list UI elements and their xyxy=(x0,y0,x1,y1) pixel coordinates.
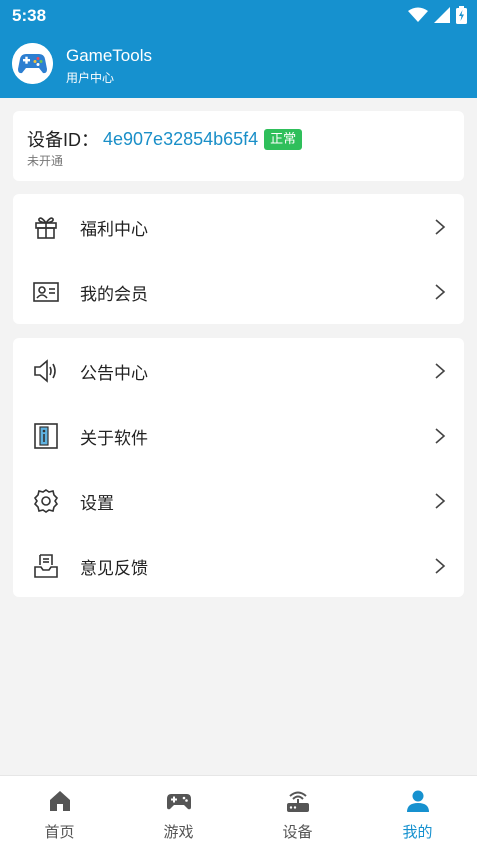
status-badge: 正常 xyxy=(264,128,303,150)
chevron-right-icon xyxy=(435,284,446,300)
battery-icon xyxy=(456,6,467,24)
status-time: 5:38 xyxy=(12,6,47,25)
nav-label: 我的 xyxy=(402,823,433,841)
status-bar: 5:38 xyxy=(0,0,477,32)
device-card: 设备ID： 4e907e32854b65f4 正常 未开通 xyxy=(13,111,464,181)
info-icon xyxy=(34,423,58,449)
wifi-icon xyxy=(408,7,428,22)
menu-item-feedback[interactable]: 意见反馈 xyxy=(13,533,464,598)
nav-devices[interactable]: 设备 xyxy=(238,776,357,848)
app-info: GameTools 用户中心 xyxy=(12,43,472,87)
member-card-icon xyxy=(33,282,59,302)
speaker-icon xyxy=(34,359,56,383)
nav-games[interactable]: 游戏 xyxy=(119,776,238,848)
device-id-row: 设备ID： 4e907e32854b65f4 正常 xyxy=(27,126,303,152)
app-subtitle: 用户中心 xyxy=(66,71,115,85)
menu-item-announcements[interactable]: 公告中心 xyxy=(13,338,464,403)
chevron-right-icon xyxy=(435,493,446,509)
gamepad-icon xyxy=(167,794,191,810)
chevron-right-icon xyxy=(435,428,446,444)
app-title: GameTools xyxy=(66,46,152,65)
menu-group-2: 公告中心 关于软件 设置 意见反馈 xyxy=(13,338,464,597)
menu-item-label: 关于软件 xyxy=(80,429,148,449)
user-icon xyxy=(407,790,429,812)
nav-home[interactable]: 首页 xyxy=(0,776,119,848)
chevron-right-icon xyxy=(435,558,446,574)
signal-icon xyxy=(434,7,450,23)
menu-item-label: 福利中心 xyxy=(80,220,148,240)
menu-item-label: 意见反馈 xyxy=(80,559,148,579)
home-icon xyxy=(50,791,70,811)
bottom-nav: 首页 游戏 设备 我的 xyxy=(0,775,477,848)
nav-label: 游戏 xyxy=(163,823,194,841)
menu-item-about[interactable]: 关于软件 xyxy=(13,403,464,468)
inbox-icon xyxy=(34,554,58,578)
menu-item-welfare[interactable]: 福利中心 xyxy=(13,194,464,259)
nav-label: 首页 xyxy=(44,823,75,841)
menu-item-label: 设置 xyxy=(80,494,114,514)
gamepad-logo-icon xyxy=(12,43,53,84)
menu-group-1: 福利中心 我的会员 xyxy=(13,194,464,324)
gift-icon xyxy=(35,217,57,239)
status-icons xyxy=(408,6,467,24)
nav-profile[interactable]: 我的 xyxy=(358,776,477,848)
router-icon xyxy=(287,791,309,812)
menu-item-label: 我的会员 xyxy=(80,285,148,305)
subscription-status: 未开通 xyxy=(27,154,64,168)
menu-item-settings[interactable]: 设置 xyxy=(13,468,464,533)
menu-item-membership[interactable]: 我的会员 xyxy=(13,259,464,324)
nav-label: 设备 xyxy=(282,823,313,841)
device-id-label: 设备ID： xyxy=(27,130,99,150)
chevron-right-icon xyxy=(435,219,446,235)
device-id-value[interactable]: 4e907e32854b65f4 xyxy=(103,129,258,150)
chevron-right-icon xyxy=(435,363,446,379)
app-logo xyxy=(12,43,53,84)
gear-icon xyxy=(33,489,59,513)
menu-item-label: 公告中心 xyxy=(80,364,148,384)
app-header: 5:38 GameTools 用户中心 xyxy=(0,0,477,98)
